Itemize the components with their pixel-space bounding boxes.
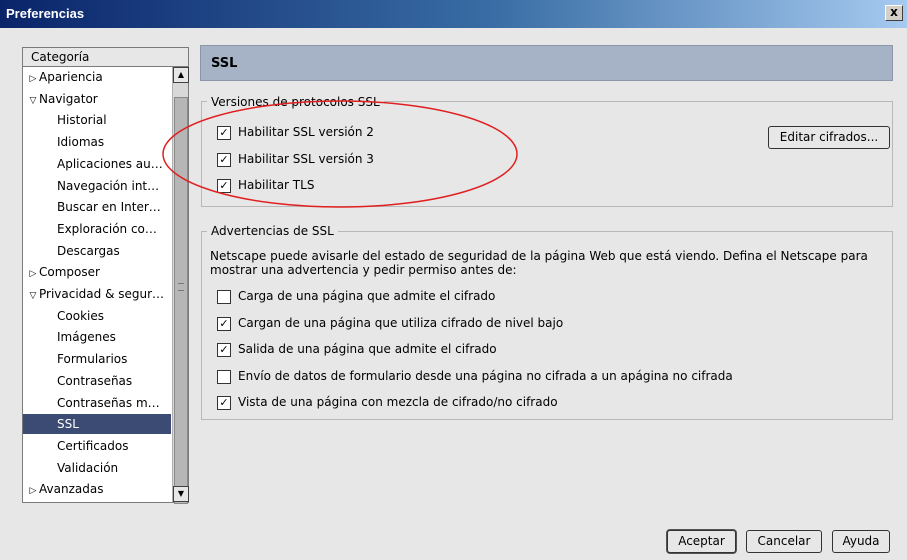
checkbox[interactable]: ✓ [217,316,231,331]
checkbox[interactable]: ✓ [217,343,231,357]
sidebar-item-7[interactable]: Exploración co… [23,219,171,239]
help-button[interactable]: Ayuda [832,530,890,553]
scroll-down-arrow-icon[interactable]: ▼ [173,486,189,502]
sidebar-item-label: Navegación int… [57,178,160,193]
checkbox-label[interactable]: Carga de una página que admite el cifrad… [238,289,495,303]
sidebar-item-19[interactable]: ▷ Avanzadas [23,479,171,499]
grip-icon [178,283,184,291]
checkbox-label[interactable]: Vista de una página con mezcla de cifrad… [238,395,558,409]
sidebar-item-12[interactable]: Imágenes [23,327,171,347]
checkbox-label[interactable]: Cargan de una página que utiliza cifrado… [238,316,563,330]
sidebar-item-label: Validación [57,460,119,475]
sidebar-item-label: Aplicaciones au… [57,156,163,171]
scroll-up-arrow-icon[interactable]: ▲ [173,67,189,83]
checkbox-label[interactable]: Envío de datos de formulario desde una p… [238,369,733,383]
collapsed-triangle-icon[interactable]: ▷ [27,264,39,282]
sidebar-item-label: Descargas [57,243,120,258]
sidebar-item-label: Imágenes [57,330,116,345]
edit-ciphers-button[interactable]: Editar cifrados... [768,126,890,149]
sidebar-item-5[interactable]: Navegación int… [23,176,171,196]
sidebar-item-label: Composer [39,265,100,280]
collapsed-triangle-icon[interactable]: ▷ [27,69,39,87]
category-header: Categoría [23,48,188,67]
sidebar-item-9[interactable]: ▷ Composer [23,262,171,282]
collapsed-triangle-icon[interactable]: ▷ [27,481,39,499]
sidebar-item-4[interactable]: Aplicaciones au… [23,154,171,174]
sidebar-item-17[interactable]: Certificados [23,436,171,456]
sidebar-item-18[interactable]: Validación [23,458,171,478]
category-header-label: Categoría [31,50,90,64]
ok-button[interactable]: Aceptar [667,530,736,553]
checkbox-label[interactable]: Salida de una página que admite el cifra… [238,342,497,356]
ssl-warnings-legend: Advertencias de SSL [207,224,338,238]
sidebar-item-8[interactable]: Descargas [23,241,171,261]
expanded-triangle-icon[interactable]: ▽ [27,91,39,109]
panel-title: SSL [211,56,238,71]
sidebar-item-16[interactable]: SSL [23,414,171,435]
sidebar-item-14[interactable]: Contraseñas [23,371,171,391]
sidebar-item-label: Cookies [57,308,104,323]
sidebar-item-label: Navigator [39,91,98,106]
sidebar-item-label: Apariencia [39,70,103,84]
warnings-description: Netscape puede avisarle del estado de se… [210,249,880,277]
annotation-ellipse-shape [162,100,518,208]
sidebar-item-13[interactable]: Formularios [23,349,171,369]
window-title: Preferencias [6,6,85,21]
warnings-description-line1: Netscape puede avisarle del estado de se… [210,249,868,263]
panel-header: SSL [200,45,893,81]
category-tree: ▷ Apariencia ▽ Navigator Historial Idiomas Apl… [23,67,171,502]
sidebar-item-15[interactable]: Contraseñas m… [23,393,171,413]
sidebar-item-label: Privacidad & segur… [39,287,165,301]
sidebar-item-11[interactable]: Cookies [23,306,171,326]
annotation-ellipse [162,100,518,208]
sidebar-item-label: SSL [57,417,79,432]
cancel-button[interactable]: Cancelar [746,530,822,553]
sidebar-item-label: Formularios [57,352,128,367]
sidebar-item-label: Buscar en Inter… [57,200,161,215]
preferences-window: Preferencias x Categoría ▷ Apariencia ▽ Nav… [0,0,907,560]
checkbox[interactable]: ✓ [217,396,231,410]
checkbox[interactable] [217,369,231,384]
close-button[interactable]: x [885,5,903,21]
title-bar[interactable]: Preferencias x [0,0,907,28]
expanded-triangle-icon[interactable]: ▽ [27,286,39,304]
sidebar-item-1[interactable]: ▽ Navigator [23,89,171,109]
sidebar-item-10[interactable]: ▽ Privacidad & segur… [23,284,171,304]
sidebar-item-3[interactable]: Idiomas [23,132,171,152]
sidebar-item-label: Idiomas [57,135,105,150]
sidebar-item-label: Contraseñas [57,373,133,388]
sidebar-item-2[interactable]: Historial [23,110,171,130]
checkbox[interactable] [217,290,231,304]
sidebar-item-label: Historial [57,113,107,128]
sidebar-item-0[interactable]: ▷ Apariencia [23,67,171,87]
sidebar-item-label: Contraseñas m… [57,395,160,410]
warnings-description-line2: mostrar una advertencia y pedir permiso … [210,263,517,277]
sidebar-item-6[interactable]: Buscar en Inter… [23,197,171,217]
sidebar-item-label: Exploración co… [57,221,157,236]
sidebar-item-label: Certificados [57,438,129,453]
sidebar-item-label: Avanzadas [39,482,104,497]
